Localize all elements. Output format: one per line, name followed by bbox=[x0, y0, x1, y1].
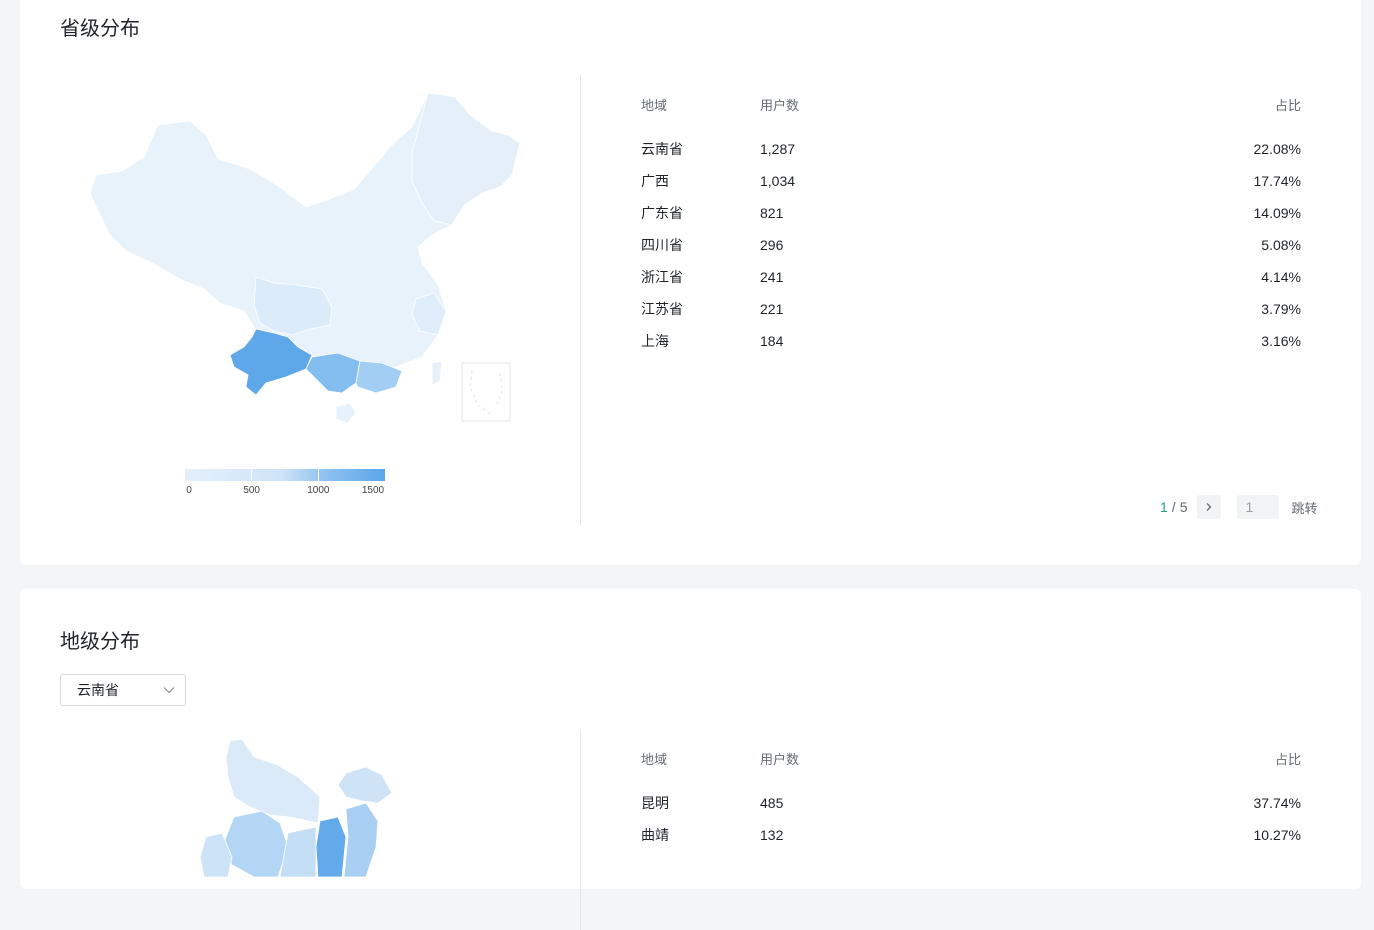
province-select-value: 云南省 bbox=[77, 682, 119, 698]
city-section-title: 地级分布 bbox=[60, 631, 140, 653]
next-page-button[interactable] bbox=[1197, 495, 1222, 519]
column-region: 地域 bbox=[641, 97, 668, 113]
city-distribution-card: 地级分布 云南省 地域 用户数 占比 昆明 485 37.74% 曲靖 132 10.27… bbox=[20, 589, 1361, 930]
map-region-kunming[interactable] bbox=[315, 816, 347, 878]
section-divider bbox=[580, 730, 581, 930]
chevron-down-icon bbox=[163, 687, 175, 694]
province-table: 地域 用户数 占比 云南省 1,287 22.08% 广西 1,034 17.74% 广东省… bbox=[641, 93, 1301, 357]
users-cell: 132 bbox=[760, 827, 784, 843]
legend-gradient-bar bbox=[185, 469, 385, 481]
users-cell: 241 bbox=[760, 269, 784, 285]
share-cell: 5.08% bbox=[1261, 237, 1301, 253]
legend-tick-label: 0 bbox=[186, 485, 192, 496]
share-cell: 22.08% bbox=[1253, 141, 1301, 157]
jump-button[interactable]: 跳转 bbox=[1291, 498, 1317, 517]
column-region: 地域 bbox=[641, 751, 668, 767]
south-china-sea-inset bbox=[461, 362, 511, 422]
map-region-hainan[interactable] bbox=[335, 402, 357, 424]
pagination: 1 / 5 跳转 bbox=[1160, 495, 1318, 519]
legend-tick-label: 1000 bbox=[307, 485, 330, 496]
china-map-svg bbox=[89, 92, 521, 424]
map-region-northeast[interactable] bbox=[411, 92, 521, 226]
table-row: 云南省 1,287 22.08% bbox=[641, 133, 1301, 165]
table-header-row: 地域 用户数 占比 bbox=[641, 747, 1301, 769]
region-cell: 广东省 bbox=[641, 205, 683, 221]
table-row: 浙江省 241 4.14% bbox=[641, 261, 1301, 293]
region-cell: 昆明 bbox=[641, 795, 669, 811]
map-region-taiwan[interactable] bbox=[431, 360, 443, 386]
table-row: 四川省 296 5.08% bbox=[641, 229, 1301, 261]
table-row: 上海 184 3.16% bbox=[641, 325, 1301, 357]
map-region-guangxi[interactable] bbox=[305, 352, 361, 394]
share-cell: 37.74% bbox=[1253, 795, 1301, 811]
map-color-legend: 0 500 1000 1500 bbox=[185, 469, 387, 499]
section-divider bbox=[580, 75, 581, 525]
map-region-central-yunnan[interactable] bbox=[221, 810, 289, 878]
province-select[interactable]: 云南省 bbox=[60, 674, 186, 706]
legend-tick-label: 500 bbox=[243, 485, 260, 496]
table-header-row: 地域 用户数 占比 bbox=[641, 93, 1301, 115]
users-cell: 485 bbox=[760, 795, 784, 811]
province-section-title: 省级分布 bbox=[60, 18, 140, 40]
legend-tick-labels: 0 500 1000 1500 bbox=[185, 485, 387, 499]
users-cell: 221 bbox=[760, 301, 784, 317]
legend-tick-label: 1500 bbox=[361, 485, 385, 496]
share-cell: 17.74% bbox=[1253, 173, 1301, 189]
users-cell: 1,034 bbox=[760, 173, 796, 189]
table-row: 广东省 821 14.09% bbox=[641, 197, 1301, 229]
users-cell: 296 bbox=[760, 237, 784, 253]
column-share: 占比 bbox=[1274, 97, 1301, 113]
region-cell: 浙江省 bbox=[641, 269, 683, 285]
share-cell: 3.79% bbox=[1261, 301, 1301, 317]
region-cell: 曲靖 bbox=[641, 827, 669, 843]
chevron-right-icon bbox=[1207, 503, 1212, 511]
city-table: 地域 用户数 占比 昆明 485 37.74% 曲靖 132 10.27% bbox=[641, 747, 1301, 851]
table-row: 江苏省 221 3.79% bbox=[641, 293, 1301, 325]
region-cell: 云南省 bbox=[641, 141, 683, 157]
column-users: 用户数 bbox=[760, 97, 800, 113]
region-cell: 江苏省 bbox=[641, 301, 683, 317]
share-cell: 10.27% bbox=[1253, 827, 1301, 843]
table-row: 昆明 485 37.74% bbox=[641, 787, 1301, 819]
yunnan-map-svg bbox=[199, 738, 393, 878]
column-users: 用户数 bbox=[760, 751, 800, 767]
region-cell: 上海 bbox=[641, 333, 669, 349]
yunnan-city-map bbox=[170, 737, 410, 878]
province-distribution-card: 省级分布 0 500 1000 1500 地域 用户数 占比 云南省 1,287… bbox=[20, 0, 1361, 565]
column-share: 占比 bbox=[1274, 751, 1301, 767]
page-separator: / bbox=[1171, 499, 1176, 515]
table-row: 广西 1,034 17.74% bbox=[641, 165, 1301, 197]
table-row: 曲靖 132 10.27% bbox=[641, 819, 1301, 851]
share-cell: 14.09% bbox=[1253, 205, 1301, 221]
users-cell: 1,287 bbox=[760, 141, 796, 157]
map-region-yunnan-north[interactable] bbox=[225, 738, 321, 824]
jump-page-input[interactable] bbox=[1237, 495, 1280, 519]
users-cell: 821 bbox=[760, 205, 784, 221]
map-region-middle-yunnan[interactable] bbox=[279, 826, 317, 878]
total-pages: 5 bbox=[1179, 499, 1188, 515]
map-region-qujing[interactable] bbox=[343, 802, 379, 878]
map-region-northeast-yunnan[interactable] bbox=[337, 766, 393, 804]
current-page: 1 bbox=[1160, 499, 1168, 515]
region-cell: 广西 bbox=[641, 173, 669, 189]
share-cell: 3.16% bbox=[1261, 333, 1301, 349]
south-china-sea-dashes bbox=[469, 370, 503, 416]
users-cell: 184 bbox=[760, 333, 784, 349]
share-cell: 4.14% bbox=[1261, 269, 1301, 285]
china-province-map bbox=[60, 85, 521, 435]
region-cell: 四川省 bbox=[641, 237, 683, 253]
